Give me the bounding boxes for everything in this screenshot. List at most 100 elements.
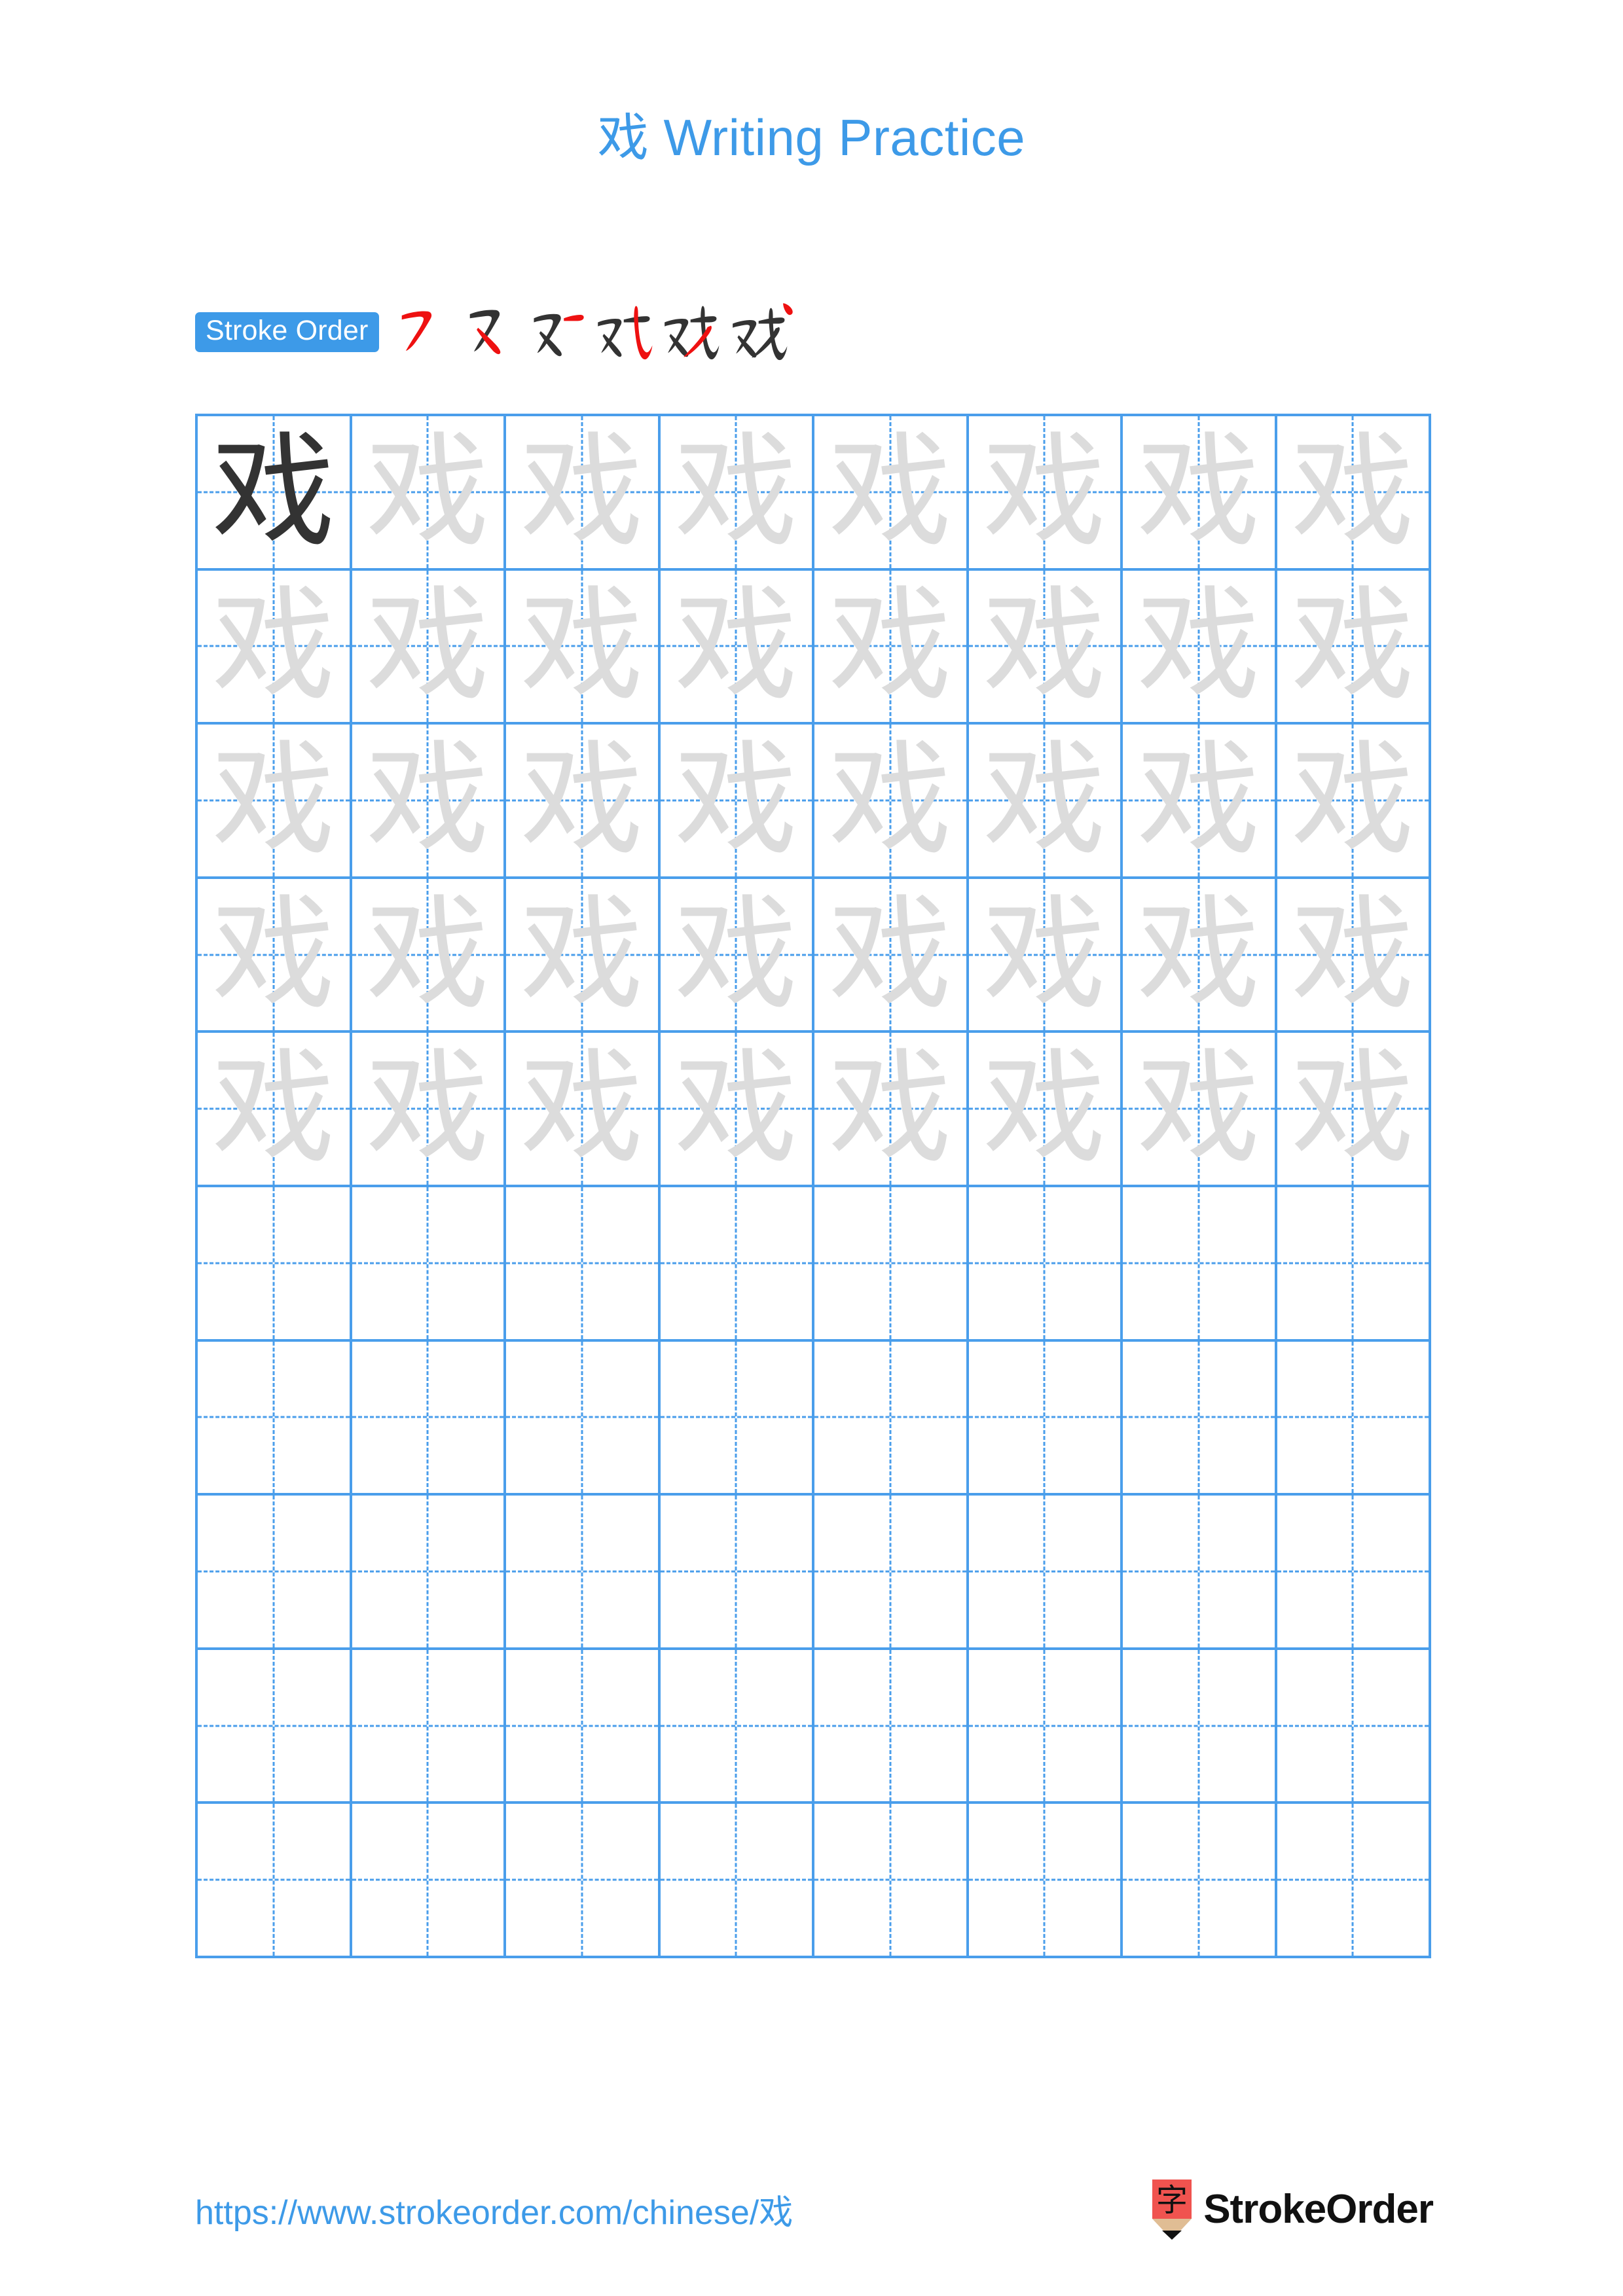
grid-cell[interactable]: 戏 xyxy=(198,570,352,725)
trace-character: 戏 xyxy=(983,728,1106,872)
grid-cell[interactable] xyxy=(352,1804,506,1958)
grid-cell[interactable] xyxy=(660,1804,814,1958)
grid-cell[interactable] xyxy=(814,1187,969,1342)
grid-cell[interactable]: 戏 xyxy=(814,878,969,1033)
grid-cell[interactable] xyxy=(660,1341,814,1496)
grid-cell[interactable]: 戏 xyxy=(352,416,506,571)
grid-cell[interactable]: 戏 xyxy=(968,725,1123,879)
grid-cell[interactable]: 戏 xyxy=(968,1033,1123,1187)
grid-cell[interactable]: 戏 xyxy=(198,878,352,1033)
grid-cell[interactable]: 戏 xyxy=(1277,570,1431,725)
grid-cell[interactable] xyxy=(1123,1804,1277,1958)
grid-cell[interactable] xyxy=(660,1187,814,1342)
grid-cell[interactable] xyxy=(352,1649,506,1804)
grid-cell[interactable]: 戏 xyxy=(660,570,814,725)
trace-character: 戏 xyxy=(366,1037,490,1181)
grid-cell[interactable] xyxy=(1277,1341,1431,1496)
grid-cell[interactable] xyxy=(814,1804,969,1958)
grid-cell[interactable] xyxy=(198,1804,352,1958)
grid-cell[interactable]: 戏 xyxy=(1277,416,1431,571)
footer-url-link[interactable]: https://www.strokeorder.com/chinese/戏 xyxy=(195,2185,793,2234)
grid-cell[interactable] xyxy=(1123,1649,1277,1804)
grid-cell[interactable]: 戏 xyxy=(1277,1033,1431,1187)
grid-cell[interactable] xyxy=(814,1649,969,1804)
grid-cell[interactable] xyxy=(1123,1341,1277,1496)
grid-cell[interactable]: 戏 xyxy=(1123,1033,1277,1187)
grid-cell[interactable] xyxy=(352,1187,506,1342)
grid-cell[interactable] xyxy=(352,1496,506,1650)
grid-cell[interactable]: 戏 xyxy=(506,570,661,725)
stroke-step-1-icon xyxy=(401,311,431,351)
grid-cell[interactable] xyxy=(198,1341,352,1496)
trace-character: 戏 xyxy=(1137,882,1260,1026)
grid-cell[interactable] xyxy=(660,1496,814,1650)
grid-cell[interactable]: 戏 xyxy=(660,878,814,1033)
trace-character: 戏 xyxy=(674,574,798,718)
stroke-step-5-icon xyxy=(664,306,719,360)
grid-cell[interactable] xyxy=(198,1187,352,1342)
brand-logo[interactable]: 字 StrokeOrder xyxy=(1151,2179,1434,2240)
grid-cell[interactable]: 戏 xyxy=(506,878,661,1033)
trace-character: 戏 xyxy=(1137,420,1260,564)
grid-cell[interactable]: 戏 xyxy=(968,878,1123,1033)
trace-character: 戏 xyxy=(211,882,335,1026)
grid-cell[interactable]: 戏 xyxy=(660,1033,814,1187)
grid-cell[interactable] xyxy=(814,1341,969,1496)
grid-cell[interactable]: 戏 xyxy=(660,416,814,571)
grid-cell[interactable] xyxy=(1123,1187,1277,1342)
trace-character: 戏 xyxy=(983,574,1106,718)
grid-cell[interactable]: 戏 xyxy=(1123,725,1277,879)
grid-cell[interactable]: 戏 xyxy=(1123,416,1277,571)
grid-cell[interactable] xyxy=(968,1649,1123,1804)
trace-character: 戏 xyxy=(1137,574,1260,718)
grid-cell[interactable]: 戏 xyxy=(352,1033,506,1187)
grid-cell[interactable]: 戏 xyxy=(1123,878,1277,1033)
trace-character: 戏 xyxy=(1137,1037,1260,1181)
grid-cell[interactable]: 戏 xyxy=(1277,878,1431,1033)
grid-cell[interactable] xyxy=(1277,1496,1431,1650)
grid-cell[interactable]: 戏 xyxy=(1277,725,1431,879)
grid-cell[interactable] xyxy=(506,1649,661,1804)
grid-cell[interactable] xyxy=(506,1187,661,1342)
stroke-step-6 xyxy=(730,298,798,366)
grid-cell[interactable] xyxy=(968,1804,1123,1958)
trace-character: 戏 xyxy=(1291,1037,1415,1181)
grid-cell[interactable]: 戏 xyxy=(506,1033,661,1187)
grid-cell[interactable] xyxy=(506,1804,661,1958)
grid-cell[interactable] xyxy=(1277,1649,1431,1804)
grid-cell[interactable]: 戏 xyxy=(814,416,969,571)
trace-character: 戏 xyxy=(211,574,335,718)
grid-cell[interactable]: 戏 xyxy=(352,725,506,879)
grid-cell[interactable]: 戏 xyxy=(968,570,1123,725)
grid-cell[interactable]: 戏 xyxy=(198,1033,352,1187)
grid-cell[interactable] xyxy=(506,1341,661,1496)
grid-cell[interactable]: 戏 xyxy=(814,1033,969,1187)
trace-character: 戏 xyxy=(1291,882,1415,1026)
grid-cell[interactable]: 戏 xyxy=(506,725,661,879)
grid-cell[interactable]: 戏 xyxy=(506,416,661,571)
grid-cell[interactable] xyxy=(198,1496,352,1650)
grid-cell[interactable]: 戏 xyxy=(352,570,506,725)
trace-character: 戏 xyxy=(828,882,952,1026)
grid-cell[interactable]: 戏 xyxy=(814,570,969,725)
grid-cell[interactable]: 戏 xyxy=(352,878,506,1033)
grid-cell[interactable] xyxy=(1277,1187,1431,1342)
grid-cell[interactable] xyxy=(814,1496,969,1650)
grid-cell[interactable]: 戏 xyxy=(198,725,352,879)
grid-cell[interactable]: 戏 xyxy=(968,416,1123,571)
grid-cell[interactable]: 戏 xyxy=(1123,570,1277,725)
grid-cell[interactable] xyxy=(968,1496,1123,1650)
grid-cell[interactable] xyxy=(198,1649,352,1804)
grid-cell[interactable] xyxy=(1123,1496,1277,1650)
grid-cell[interactable] xyxy=(1277,1804,1431,1958)
grid-cell[interactable]: 戏 xyxy=(660,725,814,879)
grid-cell[interactable] xyxy=(660,1649,814,1804)
grid-cell[interactable] xyxy=(352,1341,506,1496)
grid-cell[interactable] xyxy=(968,1187,1123,1342)
grid-cell[interactable]: 戏 xyxy=(198,416,352,571)
trace-character: 戏 xyxy=(674,420,798,564)
footer: https://www.strokeorder.com/chinese/戏 字 … xyxy=(0,2179,1623,2251)
grid-cell[interactable] xyxy=(968,1341,1123,1496)
grid-cell[interactable]: 戏 xyxy=(814,725,969,879)
grid-cell[interactable] xyxy=(506,1496,661,1650)
